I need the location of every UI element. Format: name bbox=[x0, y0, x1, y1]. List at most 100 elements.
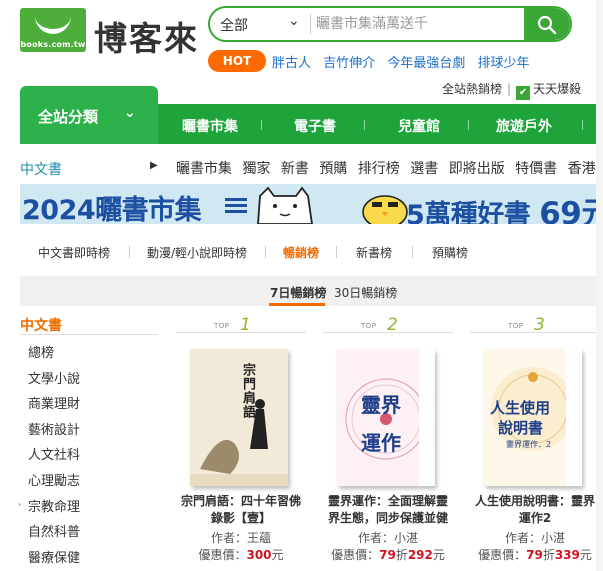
hot-badge: HOT bbox=[208, 50, 266, 72]
search-button[interactable] bbox=[524, 8, 570, 40]
nav-item[interactable]: 兒童館 bbox=[398, 116, 440, 136]
chevron-down-icon: ⌄ bbox=[124, 105, 136, 121]
sidebar-item[interactable]: 醫療保健 bbox=[28, 547, 80, 566]
price-value: 339 bbox=[554, 548, 580, 562]
tab-30day[interactable]: 30日暢銷榜 bbox=[334, 284, 397, 301]
product-author: 作者：小湛 bbox=[357, 531, 419, 545]
subnav-link[interactable]: 即將出版 bbox=[449, 161, 505, 177]
divider bbox=[412, 246, 413, 258]
sidebar-item[interactable]: 總榜 bbox=[28, 342, 54, 361]
hot-link[interactable]: 今年最強台劇 bbox=[387, 56, 465, 71]
nav-item[interactable]: 電子書 bbox=[294, 116, 336, 136]
product-price: 優惠價：300元 bbox=[198, 548, 284, 562]
cover-title: 說明書 bbox=[498, 419, 544, 437]
divider bbox=[310, 14, 311, 34]
tab-comic-realtime[interactable]: 動漫/輕小說即時榜 bbox=[147, 244, 247, 261]
hot-links: 胖古人 吉竹伸介 今年最強台劇 排球少年 bbox=[272, 52, 537, 71]
sidebar-item[interactable]: 商業理財 bbox=[28, 393, 80, 412]
logo-domain: books.com.tw bbox=[20, 40, 86, 49]
divider bbox=[364, 120, 365, 130]
subnav-link[interactable]: 特價書 bbox=[515, 161, 557, 177]
triangle-right-icon: ▶ bbox=[150, 160, 158, 171]
product-price: 優惠價：79折292元 bbox=[331, 548, 445, 562]
scrollbar[interactable] bbox=[596, 0, 603, 571]
logo-title[interactable]: 博客來 bbox=[94, 12, 199, 60]
subnav-title[interactable]: 中文書 bbox=[20, 159, 62, 179]
tab-new-books[interactable]: 新書榜 bbox=[356, 244, 392, 261]
price-value: 300 bbox=[246, 548, 272, 562]
author-link[interactable]: 小湛 bbox=[541, 531, 565, 545]
nav-item[interactable]: 旅遊戶外 bbox=[496, 116, 552, 136]
tab-preorder[interactable]: 預購榜 bbox=[432, 244, 468, 261]
logo[interactable]: books.com.tw bbox=[20, 8, 86, 52]
book-cover[interactable]: 靈界 運作 bbox=[337, 349, 435, 486]
rank-label: TOP 1 bbox=[176, 315, 306, 335]
search-bar: 全部 ⌄ bbox=[208, 6, 572, 42]
divider bbox=[582, 120, 583, 130]
rank-top-word: TOP bbox=[361, 322, 377, 330]
subnav-links: 曬書市集 獨家 新書 預購 排行榜 選書 即將出版 特價書 香港出版 bbox=[176, 158, 603, 178]
subnav-link[interactable]: 預購 bbox=[319, 161, 347, 177]
subnav-link[interactable]: 曬書市集 bbox=[176, 161, 232, 177]
product-title[interactable]: 人生使用說明書：靈界運作2 bbox=[470, 493, 600, 527]
cover-title: 靈界 bbox=[361, 393, 401, 417]
nav-item[interactable]: 曬書市集 bbox=[182, 116, 238, 136]
author-link[interactable]: 王蘊 bbox=[247, 531, 271, 545]
divider bbox=[129, 246, 130, 258]
search-icon bbox=[537, 15, 557, 35]
book-cover[interactable]: 人生使用 說明書 靈界運作．2 bbox=[484, 349, 582, 486]
best-seller-link[interactable]: 全站熱銷榜 bbox=[442, 82, 502, 96]
hot-link[interactable]: 排球少年 bbox=[477, 56, 529, 71]
product-price: 優惠價：79折339元 bbox=[478, 548, 592, 562]
check-icon: ✔ bbox=[516, 86, 531, 100]
sidebar-item[interactable]: 文學小說 bbox=[28, 368, 80, 387]
sidebar-item[interactable]: 藝術設計 bbox=[28, 419, 80, 438]
rank-top-word: TOP bbox=[508, 322, 524, 330]
category-menu-button[interactable]: 全站分類 ⌄ bbox=[20, 86, 158, 144]
banner-price: 69元起 bbox=[539, 196, 603, 224]
top-right-links: 全站熱銷榜 | ✔ 天天爆殺 bbox=[442, 80, 581, 100]
divider bbox=[323, 332, 453, 333]
daily-deal-link[interactable]: 天天爆殺 bbox=[533, 82, 581, 96]
divider bbox=[261, 120, 262, 130]
rank-top-word: TOP bbox=[214, 322, 230, 330]
sidebar-title[interactable]: 中文書 bbox=[20, 315, 62, 335]
book-cover[interactable]: 宗門肩語 bbox=[190, 349, 288, 486]
product-title[interactable]: 宗門肩語：四十年習佛錄影【壹】 bbox=[176, 493, 306, 527]
rank-label: TOP 2 bbox=[323, 315, 453, 335]
sidebar-item[interactable]: 人文社科 bbox=[28, 444, 80, 463]
chevron-down-icon[interactable]: ⌄ bbox=[288, 13, 300, 29]
smile-icon bbox=[35, 14, 71, 34]
subnav-link[interactable]: 排行榜 bbox=[358, 161, 400, 177]
speed-lines-icon bbox=[225, 198, 247, 214]
nav-items: 曬書市集 電子書 兒童館 旅遊戶外 bbox=[160, 104, 603, 144]
subnav-link[interactable]: 獨家 bbox=[242, 161, 270, 177]
promo-banner[interactable]: 2024曬書市集 5萬種好書 69元起 bbox=[20, 184, 603, 224]
sidebar-item[interactable]: 心理勵志 bbox=[28, 470, 80, 489]
period-tabs: 7日暢銷榜 30日暢銷榜 bbox=[20, 276, 603, 306]
sidebar-item[interactable]: 宗教命理 bbox=[28, 496, 80, 515]
cover-title: 運作 bbox=[361, 431, 401, 455]
subnav-link[interactable]: 選書 bbox=[410, 161, 438, 177]
rank-label: TOP 3 bbox=[470, 315, 600, 335]
banner-right-text: 5萬種好書 69元起 bbox=[406, 188, 603, 224]
price-value: 292 bbox=[407, 548, 433, 562]
tab-realtime[interactable]: 中文書即時榜 bbox=[38, 244, 110, 261]
subnav-link[interactable]: 新書 bbox=[281, 161, 309, 177]
product-title[interactable]: 靈界運作：全面理解靈界生態，同步保護並健 bbox=[323, 493, 453, 527]
product-author: 作者：王蘊 bbox=[210, 531, 272, 545]
hot-link[interactable]: 胖古人 bbox=[272, 56, 311, 71]
author-link[interactable]: 小湛 bbox=[394, 531, 418, 545]
tab-bestseller[interactable]: 暢銷榜 bbox=[283, 244, 319, 261]
divider bbox=[20, 334, 158, 335]
search-input[interactable] bbox=[316, 11, 516, 37]
sidebar-item[interactable]: 自然科普 bbox=[28, 521, 80, 540]
tab-7day[interactable]: 7日暢銷榜 bbox=[270, 284, 326, 301]
divider bbox=[176, 332, 306, 333]
product-author: 作者：小湛 bbox=[504, 531, 566, 545]
bullet-icon: › bbox=[18, 500, 22, 509]
cover-title: 宗門肩語 bbox=[240, 363, 255, 419]
active-tab-underline bbox=[269, 303, 325, 306]
hot-link[interactable]: 吉竹伸介 bbox=[323, 56, 375, 71]
cover-title: 人生使用 bbox=[490, 399, 551, 417]
